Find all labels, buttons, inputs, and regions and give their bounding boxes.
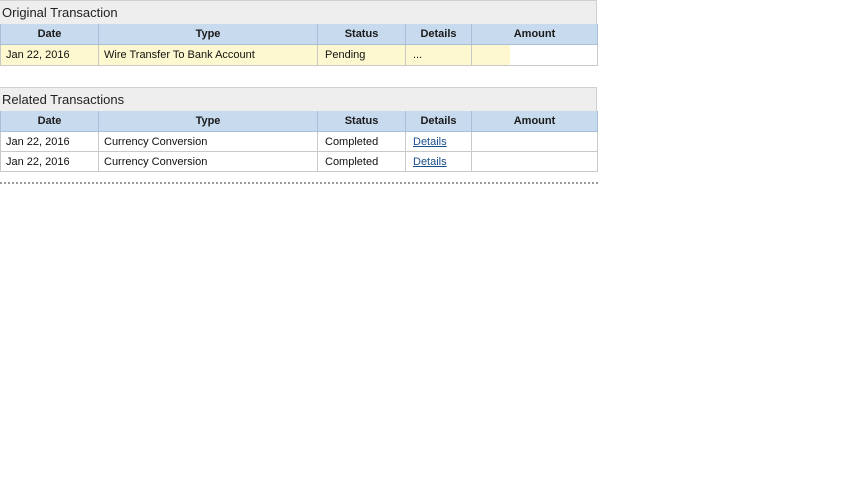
column-header-type: Type	[98, 24, 318, 45]
column-header-amount: Amount	[471, 111, 598, 132]
status-cell: Completed	[317, 131, 406, 152]
column-header-type: Type	[98, 111, 318, 132]
column-header-details: Details	[405, 24, 472, 45]
details-link[interactable]: Details	[413, 156, 447, 168]
related-transactions-title: Related Transactions	[0, 87, 597, 111]
details-link[interactable]: Details	[413, 136, 447, 148]
column-header-status: Status	[317, 111, 406, 132]
dotted-divider	[0, 182, 598, 184]
details-cell: ...	[405, 44, 472, 66]
original-transaction-title: Original Transaction	[0, 0, 597, 24]
original-transaction-section: Original Transaction Date Type Status De…	[0, 0, 598, 66]
table-row[interactable]: Jan 22, 2016 Currency Conversion Complet…	[0, 151, 598, 172]
amount-cell	[471, 44, 598, 66]
table-header-row: Date Type Status Details Amount	[0, 111, 598, 132]
column-header-date: Date	[0, 24, 99, 45]
type-cell: Wire Transfer To Bank Account	[98, 44, 318, 66]
type-cell: Currency Conversion	[98, 131, 318, 152]
date-cell: Jan 22, 2016	[0, 44, 99, 66]
table-header-row: Date Type Status Details Amount	[0, 24, 598, 45]
related-transactions-table: Date Type Status Details Amount Jan 22, …	[0, 111, 598, 172]
column-header-date: Date	[0, 111, 99, 132]
details-cell: Details	[405, 131, 472, 152]
status-cell: Pending	[317, 44, 406, 66]
date-cell: Jan 22, 2016	[0, 151, 99, 172]
amount-cell	[471, 131, 598, 152]
details-cell: Details	[405, 151, 472, 172]
type-cell: Currency Conversion	[98, 151, 318, 172]
column-header-details: Details	[405, 111, 472, 132]
original-transaction-table: Date Type Status Details Amount Jan 22, …	[0, 24, 598, 66]
table-row[interactable]: Jan 22, 2016 Currency Conversion Complet…	[0, 131, 598, 152]
related-transactions-section: Related Transactions Date Type Status De…	[0, 87, 598, 172]
amount-value	[472, 45, 510, 65]
status-cell: Completed	[317, 151, 406, 172]
table-row[interactable]: Jan 22, 2016 Wire Transfer To Bank Accou…	[0, 44, 598, 66]
amount-cell	[471, 151, 598, 172]
column-header-status: Status	[317, 24, 406, 45]
column-header-amount: Amount	[471, 24, 598, 45]
date-cell: Jan 22, 2016	[0, 131, 99, 152]
